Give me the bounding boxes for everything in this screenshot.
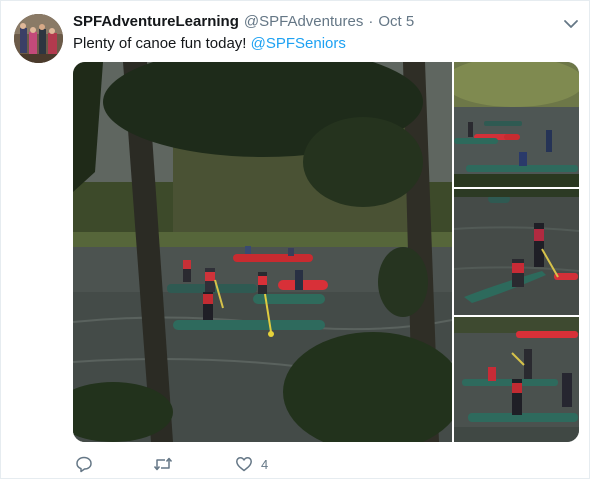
photo-main[interactable] xyxy=(73,62,452,442)
tweet-body: Plenty of canoe fun today! xyxy=(73,35,247,52)
like-count: 4 xyxy=(261,456,269,472)
photo-top-right[interactable] xyxy=(454,62,579,187)
author-handle[interactable]: @SPFAdventures xyxy=(244,13,363,30)
retweet-button[interactable] xyxy=(153,453,173,475)
reply-button[interactable] xyxy=(75,453,93,475)
mention-link[interactable]: @SPFSeniors xyxy=(251,35,346,52)
retweet-icon xyxy=(153,455,173,473)
heart-icon xyxy=(235,455,253,473)
reply-icon xyxy=(75,455,93,473)
tweet-card[interactable]: SPFAdventureLearning @SPFAdventures · Oc… xyxy=(0,0,590,479)
photo-bottom-right[interactable] xyxy=(454,317,579,442)
photo-middle-right[interactable] xyxy=(454,189,579,315)
avatar[interactable] xyxy=(14,14,63,63)
media-grid xyxy=(73,62,579,442)
tweet-header: SPFAdventureLearning @SPFAdventures · Oc… xyxy=(73,13,414,33)
tweet-timestamp[interactable]: Oct 5 xyxy=(378,13,414,30)
chevron-down-icon[interactable] xyxy=(562,15,580,33)
separator-dot: · xyxy=(368,13,374,30)
like-button[interactable]: 4 xyxy=(235,453,268,475)
tweet-actions: 4 xyxy=(75,453,375,475)
author-name[interactable]: SPFAdventureLearning xyxy=(73,13,239,30)
tweet-text: Plenty of canoe fun today! @SPFSeniors xyxy=(73,34,346,54)
